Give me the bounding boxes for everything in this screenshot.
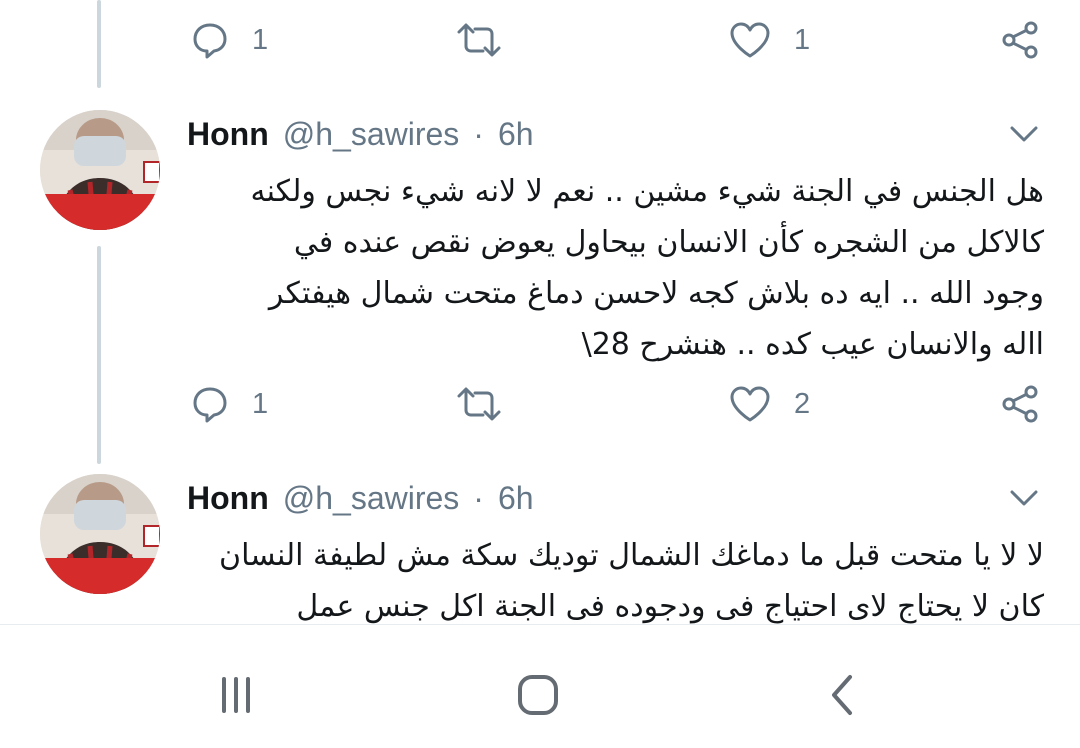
share-button[interactable] — [1000, 10, 1040, 70]
home-icon — [518, 675, 558, 715]
reply-count: 1 — [252, 23, 269, 56]
like-button[interactable]: 2 — [728, 374, 810, 434]
display-name[interactable]: Honn — [187, 116, 269, 153]
display-name[interactable]: Honn — [187, 480, 269, 517]
tweet-text-line: كالاكل من الشجره كأن الانسان بيحاول يعوض… — [293, 225, 1044, 260]
recent-apps-button[interactable] — [206, 665, 266, 725]
separator-dot: · — [473, 116, 484, 152]
recent-apps-icon — [222, 677, 250, 713]
retweet-icon — [457, 387, 501, 421]
tweet-text-line: هل الجنس في الجنة شيء مشين .. نعم لا لان… — [250, 174, 1044, 209]
avatar-image — [40, 110, 160, 230]
timestamp[interactable]: 6h — [498, 116, 534, 153]
reply-icon — [193, 387, 227, 423]
tweet[interactable]: Honn @h_sawires · 6h هل الجنس في الجنة ش… — [0, 110, 1080, 440]
like-count: 2 — [794, 387, 811, 420]
avatar[interactable] — [40, 474, 160, 594]
heart-icon — [730, 22, 770, 58]
reply-button[interactable]: 1 — [190, 10, 268, 70]
back-icon — [832, 675, 852, 715]
tweet-text-line: وجود الله .. ايه ده بلاش كجه لاحسن دماغ … — [268, 276, 1044, 311]
reply-icon — [193, 23, 227, 59]
share-icon — [1002, 385, 1038, 423]
tweet-text-line: كان لا يحتاج لاى احتياج فى ودجوده فى الج… — [296, 589, 1044, 624]
share-button[interactable] — [1000, 374, 1040, 434]
tweet-text: هل الجنس في الجنة شيء مشين .. نعم لا لان… — [187, 166, 1044, 370]
tweet-text-line: االه والانسان عيب كده .. هنشرح 28\ — [581, 327, 1044, 362]
reply-button[interactable]: 1 — [190, 374, 268, 434]
retweet-button[interactable] — [455, 374, 503, 434]
username[interactable]: @h_sawires — [283, 116, 460, 153]
like-button[interactable]: 1 — [728, 10, 810, 70]
reply-count: 1 — [252, 387, 269, 420]
chevron-down-icon[interactable] — [1008, 118, 1040, 150]
avatar-image — [40, 474, 160, 594]
tweet-actions: 1 2 — [0, 374, 1080, 434]
retweet-button[interactable] — [455, 10, 503, 70]
separator-dot: · — [473, 480, 484, 516]
heart-icon — [730, 386, 770, 422]
like-count: 1 — [794, 23, 811, 56]
retweet-icon — [457, 23, 501, 57]
back-button[interactable] — [812, 665, 872, 725]
username[interactable]: @h_sawires — [283, 480, 460, 517]
home-button[interactable] — [508, 665, 568, 725]
tweet-text: لا لا يا متحت قبل ما دماغك الشمال توديك … — [187, 530, 1044, 624]
system-navigation-bar — [0, 624, 1080, 748]
tweet[interactable]: Honn @h_sawires · 6h لا لا يا متحت قبل م… — [0, 474, 1080, 624]
timestamp[interactable]: 6h — [498, 480, 534, 517]
avatar[interactable] — [40, 110, 160, 230]
tweet-text-line: لا لا يا متحت قبل ما دماغك الشمال توديك … — [219, 538, 1044, 573]
chevron-down-icon[interactable] — [1008, 482, 1040, 514]
share-icon — [1002, 21, 1038, 59]
tweet-actions-top: 1 1 — [0, 10, 1080, 70]
